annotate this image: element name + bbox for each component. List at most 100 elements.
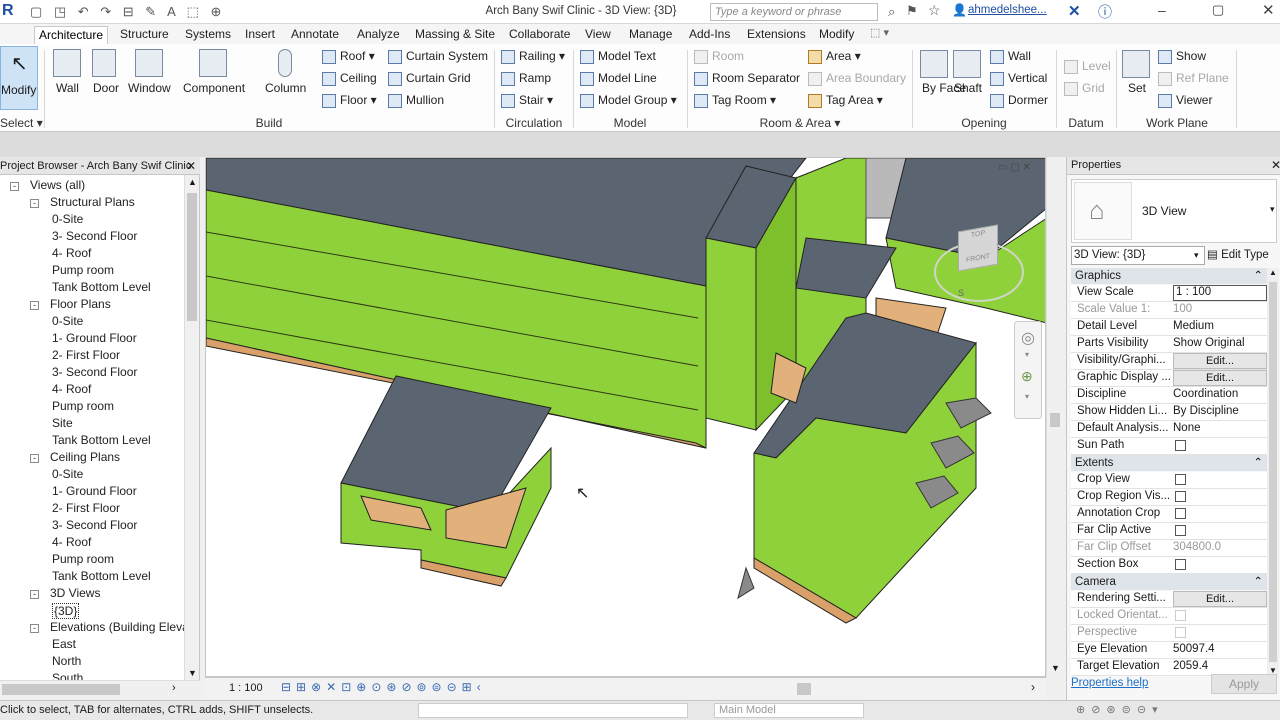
model-group-button[interactable]: Model Group ▾ bbox=[580, 93, 677, 108]
favorites-star-icon[interactable]: ☆ bbox=[928, 2, 941, 19]
tree-item[interactable]: Tank Bottom Level bbox=[52, 433, 151, 447]
3d-view-canvas[interactable]: TOP FRONT S ◎ ▾ ⊕ ▾ ↖ ▭ ▢ ✕ bbox=[205, 157, 1046, 677]
tree-item[interactable]: 3- Second Floor bbox=[52, 518, 137, 532]
tree-item[interactable]: East bbox=[52, 637, 76, 651]
workset-selector[interactable] bbox=[418, 703, 688, 718]
properties-help-link[interactable]: Properties help bbox=[1071, 677, 1148, 689]
view-window-controls[interactable]: ▭ ▢ ✕ bbox=[998, 162, 1031, 173]
property-edit-button[interactable]: Edit... bbox=[1173, 591, 1267, 607]
tree-group[interactable]: Floor Plans bbox=[50, 297, 111, 311]
show-button[interactable]: Show bbox=[1158, 49, 1206, 64]
properties-close-icon[interactable]: ✕ bbox=[1271, 158, 1280, 172]
set-button[interactable]: Set bbox=[1128, 81, 1146, 95]
tree-group[interactable]: 3D Views bbox=[50, 586, 100, 600]
view-vscrollbar[interactable]: ▼ bbox=[1046, 157, 1062, 677]
tab-collaborate[interactable]: Collaborate bbox=[505, 26, 574, 44]
tree-item[interactable]: 4- Roof bbox=[52, 535, 91, 549]
minimize-icon[interactable]: – bbox=[1158, 2, 1166, 18]
tag-room-button[interactable]: Tag Room ▾ bbox=[694, 93, 776, 108]
floor-button[interactable]: Floor ▾ bbox=[322, 93, 377, 108]
tree-group[interactable]: Views (all) bbox=[30, 178, 85, 192]
search-icon[interactable]: ⌕ bbox=[888, 4, 895, 20]
select-dropdown[interactable]: Select ▾ bbox=[0, 116, 43, 130]
tree-item[interactable]: Site bbox=[52, 416, 73, 430]
tab-view[interactable]: View bbox=[581, 26, 615, 44]
property-checkbox[interactable] bbox=[1175, 525, 1186, 536]
shaft-button[interactable]: Shaft bbox=[954, 81, 982, 95]
collapse-icon[interactable]: ⌃ bbox=[1253, 455, 1263, 471]
tree-group[interactable]: Elevations (Building Elevation bbox=[50, 620, 199, 634]
tab-architecture[interactable]: Architecture bbox=[34, 26, 109, 44]
steering-wheel-icon[interactable]: ◎ bbox=[1021, 328, 1035, 348]
view-scroll-thumb[interactable] bbox=[1050, 413, 1060, 427]
view-scroll-right-icon[interactable]: › bbox=[1031, 680, 1035, 694]
tree-toggle[interactable]: - bbox=[10, 182, 19, 191]
grid-button[interactable]: Grid bbox=[1064, 81, 1105, 96]
tree-toggle[interactable]: - bbox=[30, 301, 39, 310]
tree-toggle[interactable]: - bbox=[30, 624, 39, 633]
property-value[interactable]: By Discipline bbox=[1173, 405, 1267, 417]
edit-type-button[interactable]: ▤ Edit Type bbox=[1207, 246, 1279, 265]
tab-extensions[interactable]: Extensions bbox=[743, 26, 810, 44]
room-area-panel-label[interactable]: Room & Area ▾ bbox=[690, 116, 910, 130]
column-button[interactable]: Column bbox=[265, 81, 306, 95]
curtain-grid-button[interactable]: Curtain Grid bbox=[388, 71, 471, 86]
maximize-icon[interactable]: ▢ bbox=[1212, 2, 1224, 18]
tree-toggle[interactable]: - bbox=[30, 454, 39, 463]
collapse-icon[interactable]: ⌃ bbox=[1253, 268, 1263, 284]
nav-dropdown-icon[interactable]: ▾ bbox=[1025, 350, 1029, 359]
tree-toggle[interactable]: - bbox=[30, 199, 39, 208]
property-value[interactable]: Show Original bbox=[1173, 337, 1267, 349]
tree-item[interactable]: 0-Site bbox=[52, 467, 83, 481]
tree-item[interactable]: 2- First Floor bbox=[52, 501, 120, 515]
mullion-button[interactable]: Mullion bbox=[388, 93, 444, 108]
ramp-button[interactable]: Ramp bbox=[501, 71, 551, 86]
property-value[interactable]: Medium bbox=[1173, 320, 1267, 332]
tree-item[interactable]: Pump room bbox=[52, 399, 114, 413]
tree-group[interactable]: Ceiling Plans bbox=[50, 450, 120, 464]
zoom-dropdown-icon[interactable]: ▾ bbox=[1025, 392, 1029, 401]
browser-hscrollbar[interactable]: › bbox=[0, 680, 200, 698]
tree-item[interactable]: 2- First Floor bbox=[52, 348, 120, 362]
tree-group[interactable]: Structural Plans bbox=[50, 195, 135, 209]
level-button[interactable]: Level bbox=[1064, 59, 1111, 74]
zoom-icon[interactable]: ⊕ bbox=[1021, 368, 1033, 385]
curtain-system-button[interactable]: Curtain System bbox=[388, 49, 488, 64]
vertical-opening-button[interactable]: Vertical bbox=[990, 71, 1047, 86]
room-separator-button[interactable]: Room Separator bbox=[694, 71, 800, 86]
property-checkbox[interactable] bbox=[1175, 627, 1186, 638]
property-value[interactable]: 2059.4 bbox=[1173, 660, 1267, 672]
tree-item[interactable]: North bbox=[52, 654, 81, 668]
ref-plane-button[interactable]: Ref Plane bbox=[1158, 71, 1229, 86]
door-button[interactable]: Door bbox=[93, 81, 119, 95]
properties-section-graphics[interactable]: Graphics ⌃ bbox=[1071, 268, 1267, 284]
property-checkbox[interactable] bbox=[1175, 559, 1186, 570]
stair-button[interactable]: Stair ▾ bbox=[501, 93, 553, 108]
tree-item[interactable]: South bbox=[52, 671, 83, 680]
tree-toggle[interactable]: - bbox=[30, 590, 39, 599]
properties-section-extents[interactable]: Extents ⌃ bbox=[1071, 455, 1267, 471]
wall-button[interactable]: Wall bbox=[56, 81, 79, 95]
type-dropdown-icon[interactable]: ▾ bbox=[1270, 204, 1275, 215]
property-value[interactable]: Coordination bbox=[1173, 388, 1267, 400]
tree-item[interactable]: 4- Roof bbox=[52, 246, 91, 260]
area-boundary-button[interactable]: Area Boundary bbox=[808, 71, 906, 86]
scroll-thumb[interactable] bbox=[187, 193, 197, 321]
property-checkbox[interactable] bbox=[1175, 610, 1186, 621]
close-icon[interactable]: ✕ bbox=[1262, 1, 1275, 19]
tree-item[interactable]: 1- Ground Floor bbox=[52, 331, 137, 345]
apply-button[interactable]: Apply bbox=[1211, 674, 1277, 694]
view-scroll-down-icon[interactable]: ▼ bbox=[1051, 663, 1060, 673]
model-line-button[interactable]: Model Line bbox=[580, 71, 657, 86]
property-edit-button[interactable]: Edit... bbox=[1173, 353, 1267, 369]
tab-structure[interactable]: Structure bbox=[116, 26, 173, 44]
user-icon[interactable]: 👤 bbox=[952, 3, 967, 17]
communication-icon[interactable]: ⚑ bbox=[906, 3, 918, 19]
help-icon[interactable]: ⓘ bbox=[1098, 2, 1112, 22]
component-button[interactable]: Component bbox=[183, 81, 245, 95]
tab-add-ins[interactable]: Add-Ins bbox=[685, 26, 734, 44]
tree-item[interactable]: 1- Ground Floor bbox=[52, 484, 137, 498]
type-selector[interactable]: ⌂ 3D View ▾ bbox=[1071, 179, 1277, 243]
hscroll-thumb[interactable] bbox=[2, 684, 120, 695]
exchange-apps-icon[interactable]: ✕ bbox=[1068, 2, 1081, 20]
